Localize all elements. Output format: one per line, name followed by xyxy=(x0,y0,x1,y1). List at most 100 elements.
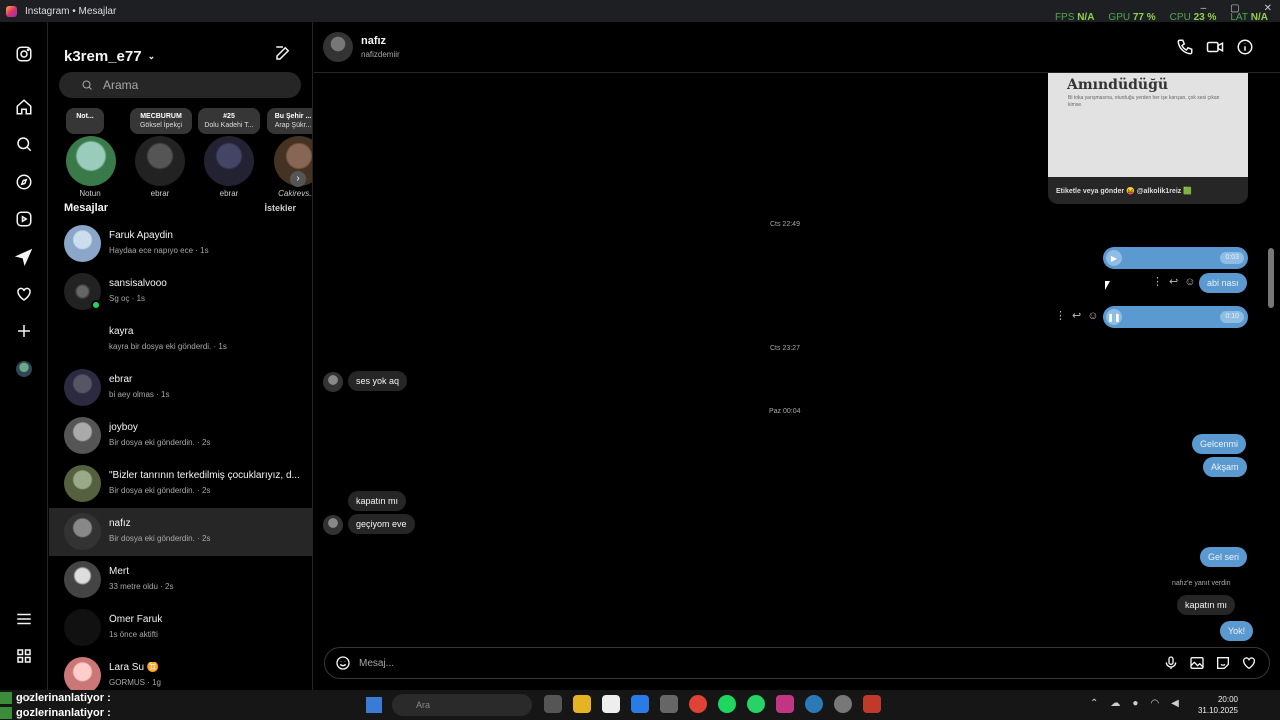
network-icon[interactable]: ☁ xyxy=(1110,698,1120,709)
instagram-app-icon xyxy=(6,5,17,17)
reply-icon[interactable]: ↩ xyxy=(1072,309,1081,322)
voice-message[interactable]: ❚❚ 0:10 xyxy=(1103,306,1248,328)
weather-widget[interactable]: 14°C xyxy=(18,695,34,702)
volume-icon[interactable]: ◀ xyxy=(1171,698,1179,709)
note-bubble: #25 Dolu Kadehi T... xyxy=(198,108,260,134)
more-options-icon[interactable]: ⋮ xyxy=(1055,309,1066,322)
spotify-icon[interactable] xyxy=(718,695,736,713)
messages-icon[interactable] xyxy=(14,247,34,267)
settings-icon[interactable] xyxy=(834,695,852,713)
pause-icon[interactable]: ❚❚ xyxy=(1106,309,1122,325)
copilot-icon[interactable] xyxy=(631,695,649,713)
heart-icon[interactable] xyxy=(1241,655,1257,671)
instagram-logo-icon[interactable] xyxy=(14,44,34,64)
conversation-item[interactable]: "Bizler tanrının terkedilmiş çocuklarıyı… xyxy=(49,460,312,508)
explore-icon[interactable] xyxy=(14,172,34,192)
search-icon xyxy=(82,80,92,90)
quoted-message[interactable]: kapatın mı xyxy=(1177,595,1236,615)
notifications-icon[interactable] xyxy=(14,284,34,304)
conversation-item[interactable]: sansisalvooo Sg oç · 1s xyxy=(49,268,312,316)
avatar xyxy=(64,417,101,454)
phone-icon[interactable] xyxy=(1176,38,1194,56)
chat-contact-name[interactable]: nafız xyxy=(361,35,386,47)
search-icon[interactable] xyxy=(14,134,34,154)
conversation-item[interactable]: joyboy Bir dosya eki gönderdin. · 2s xyxy=(49,412,312,460)
create-icon[interactable] xyxy=(14,321,34,341)
clock-time: 20:00 xyxy=(1217,695,1238,704)
conversation-preview: Haydaa ece napıyo ece · 1s xyxy=(109,246,209,255)
more-options-icon[interactable]: ⋮ xyxy=(1152,275,1163,288)
conversation-item[interactable]: ebrar bi aey olmas · 1s xyxy=(49,364,312,412)
windows-start-icon[interactable] xyxy=(366,697,382,713)
message-bubble-outgoing[interactable]: abi nası xyxy=(1199,273,1247,293)
chat-scrollbar[interactable] xyxy=(1268,74,1274,639)
profile-avatar[interactable] xyxy=(14,359,34,379)
file-explorer-icon[interactable] xyxy=(573,695,591,713)
post-text: Bi tokа yarışmasına, oturduğu yerden her… xyxy=(1068,95,1220,108)
menu-icon[interactable] xyxy=(14,609,34,629)
apps-icon[interactable] xyxy=(14,646,34,666)
message-bubble-outgoing[interactable]: Akşam xyxy=(1203,457,1247,477)
conversation-sidebar: k3rem_e77 ⌄ Arama Not... Notun MECBURUM G… xyxy=(49,22,313,690)
react-emoji-icon[interactable]: ☺ xyxy=(1087,310,1098,322)
conversation-item[interactable]: Ömer Faruk 1s önce aktifti xyxy=(49,604,312,652)
pinned-apps xyxy=(544,695,881,713)
info-icon[interactable] xyxy=(1236,38,1254,56)
instagram-taskbar-icon[interactable] xyxy=(776,695,794,713)
reply-icon[interactable]: ↩ xyxy=(1169,275,1178,288)
video-call-icon[interactable] xyxy=(1206,38,1224,56)
app-icon[interactable] xyxy=(863,695,881,713)
message-input[interactable]: Mesaj... xyxy=(359,658,394,669)
task-view-icon[interactable] xyxy=(544,695,562,713)
message-bubble-incoming[interactable]: ses yok aq xyxy=(348,371,408,391)
post-caption: Etiketle veya gönder 😝 @alkolik1reiz 🟩 xyxy=(1056,188,1192,195)
microphone-tray-icon[interactable]: ● xyxy=(1132,698,1138,709)
scrollbar-thumb[interactable] xyxy=(1268,248,1274,308)
avatar xyxy=(64,369,101,406)
message-bubble-outgoing[interactable]: Gelcenmi xyxy=(1192,434,1247,454)
play-icon[interactable]: ▶ xyxy=(1106,250,1122,266)
whatsapp-icon[interactable] xyxy=(747,695,765,713)
conversation-name: "Bizler tanrının terkedilmiş çocuklarıyı… xyxy=(109,470,300,481)
wifi-icon[interactable]: ◠ xyxy=(1150,698,1159,709)
conversation-preview: Bir dosya eki gönderdin. · 2s xyxy=(109,486,211,495)
shared-post[interactable]: Amındüdüğü Bi tokа yarışmasına, oturduğu… xyxy=(1048,73,1248,204)
taskbar-search[interactable]: Ara xyxy=(392,694,532,716)
conversation-item[interactable]: Faruk Apaydin Haydaa ece napıyo ece · 1s xyxy=(49,220,312,268)
chrome-icon[interactable] xyxy=(689,695,707,713)
image-icon[interactable] xyxy=(1189,655,1205,671)
note-name: Notun xyxy=(79,189,101,198)
message-bubble-incoming[interactable]: geçiyom eve xyxy=(348,514,415,534)
chevron-right-icon[interactable]: › xyxy=(290,171,306,187)
message-bubble-outgoing[interactable]: Gel seri xyxy=(1200,547,1248,567)
taskbar-clock[interactable]: 20:00 31.10.2025 xyxy=(1198,694,1238,716)
chevron-up-icon[interactable]: ⌃ xyxy=(1090,698,1098,709)
message-bubble-outgoing[interactable]: Yok! xyxy=(1220,621,1254,641)
voice-message[interactable]: ▶ 0:03 xyxy=(1103,247,1248,269)
compose-icon[interactable] xyxy=(274,44,292,62)
requests-link[interactable]: İstekler xyxy=(264,203,296,213)
avatar[interactable] xyxy=(323,32,353,62)
conversation-item[interactable]: kayra kayra bir dosya eki gönderdi. · 1s xyxy=(49,316,312,364)
store-icon[interactable] xyxy=(660,695,678,713)
yandex-icon[interactable] xyxy=(602,695,620,713)
browser-icon[interactable] xyxy=(805,695,823,713)
conversation-item[interactable]: Mert 33 metre oldu · 2s xyxy=(49,556,312,604)
emoji-icon[interactable] xyxy=(335,655,351,671)
home-icon[interactable] xyxy=(14,97,34,117)
avatar xyxy=(64,561,101,598)
reels-icon[interactable] xyxy=(14,209,34,229)
conversation-name: Faruk Apaydin xyxy=(109,230,173,241)
microphone-icon[interactable] xyxy=(1163,655,1179,671)
conversation-item-active[interactable]: nafız Bir dosya eki gönderdin. · 2s xyxy=(49,508,312,556)
account-switcher[interactable]: k3rem_e77 ⌄ xyxy=(64,48,155,65)
window-title: Instagram • Mesajlar xyxy=(25,5,117,17)
message-bubble-incoming[interactable]: kapatın mı xyxy=(348,491,407,511)
react-emoji-icon[interactable]: ☺ xyxy=(1184,276,1195,288)
conversation-item[interactable]: Lara Su ♊ GORMUS · 1g xyxy=(49,652,312,690)
message-actions: ⋮ ↩ ☺ xyxy=(1152,275,1195,289)
chat-user-icon xyxy=(0,706,12,719)
sticker-icon[interactable] xyxy=(1215,655,1231,671)
message-composer[interactable]: Mesaj... xyxy=(324,647,1270,679)
search-input[interactable]: Arama xyxy=(59,72,301,98)
